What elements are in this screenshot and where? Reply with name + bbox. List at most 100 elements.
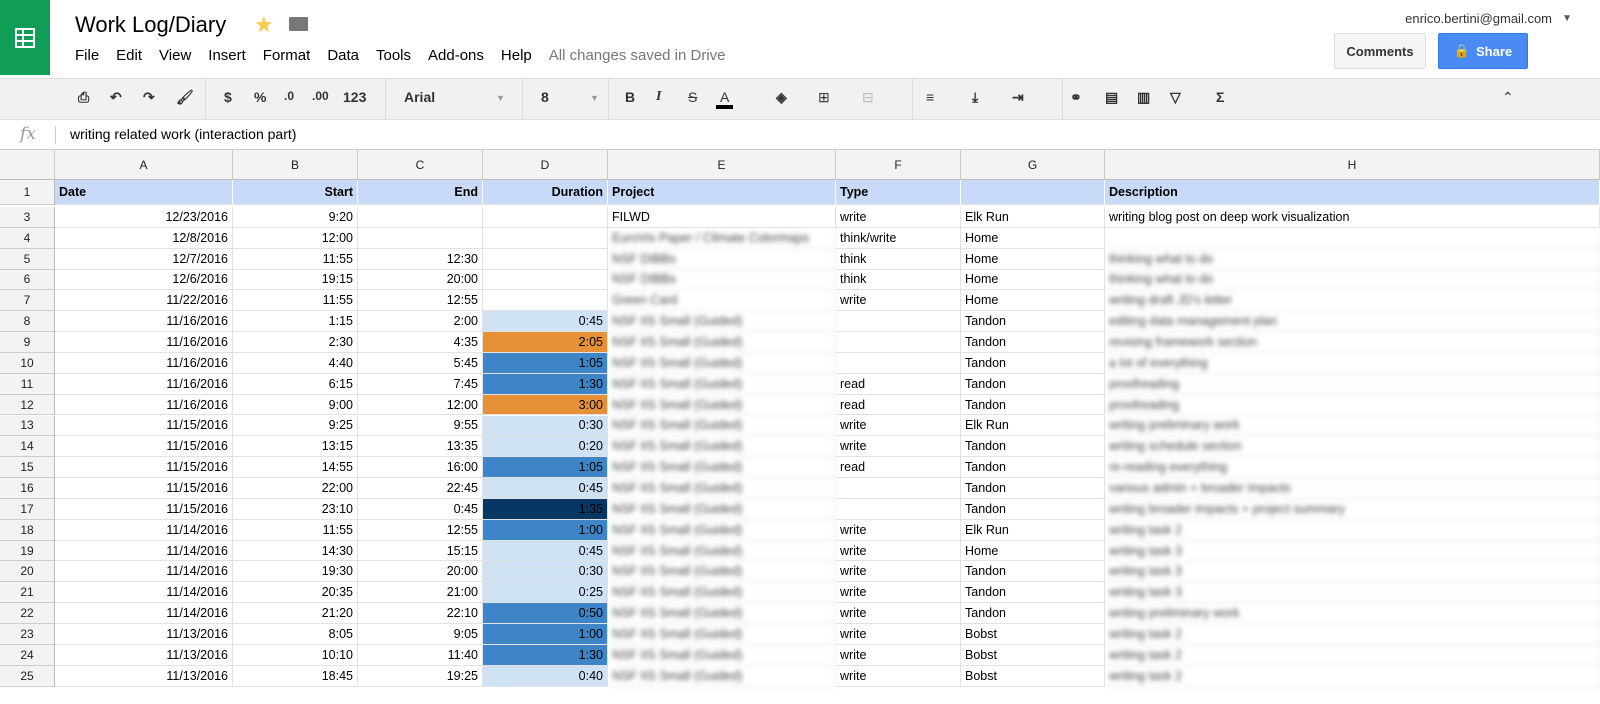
table-cell[interactable]: 12:00 [358, 395, 483, 416]
header-cell[interactable]: End [358, 180, 483, 205]
account-dropdown-icon[interactable]: ▼ [1562, 13, 1572, 24]
row-header[interactable]: 18 [0, 520, 55, 541]
table-cell[interactable]: 1:30 [483, 374, 608, 395]
select-all-corner[interactable] [0, 150, 55, 180]
table-cell[interactable]: 11/13/2016 [55, 666, 233, 687]
table-cell[interactable]: 7:45 [358, 374, 483, 395]
table-cell[interactable]: 11:55 [233, 249, 358, 270]
table-cell[interactable]: 22:45 [358, 478, 483, 499]
percent-button[interactable]: % [254, 89, 266, 105]
column-header-g[interactable]: G [961, 150, 1105, 180]
table-cell[interactable]: 5:45 [358, 353, 483, 374]
table-cell[interactable]: 2:05 [483, 332, 608, 353]
italic-button[interactable]: I [656, 89, 661, 105]
table-cell[interactable]: NSF IIS Small (Guided) [608, 645, 836, 666]
table-cell[interactable]: 11/13/2016 [55, 645, 233, 666]
table-cell[interactable]: NSF IIS Small (Guided) [608, 353, 836, 374]
table-cell[interactable]: Home [961, 270, 1105, 291]
table-cell[interactable] [358, 207, 483, 228]
table-cell[interactable]: Home [961, 249, 1105, 270]
table-cell[interactable]: 0:25 [483, 582, 608, 603]
table-cell[interactable]: 9:25 [233, 416, 358, 437]
table-cell[interactable]: 19:15 [233, 270, 358, 291]
row-header[interactable]: 8 [0, 311, 55, 332]
size-dropdown-icon[interactable]: ▼ [590, 93, 599, 103]
table-cell[interactable]: 20:00 [358, 270, 483, 291]
table-cell[interactable]: a lot of everything [1105, 353, 1600, 374]
table-cell[interactable]: 11/15/2016 [55, 457, 233, 478]
table-cell[interactable]: writing task 3 [1105, 541, 1600, 562]
table-cell[interactable]: 9:20 [233, 207, 358, 228]
table-cell[interactable]: EuroVis Paper / Climate Colormaps [608, 228, 836, 249]
menu-format[interactable]: Format [263, 47, 311, 64]
borders-icon[interactable]: ⊞ [818, 89, 830, 106]
collapse-toolbar-icon[interactable]: ⌃ [1502, 89, 1514, 106]
row-header[interactable]: 19 [0, 541, 55, 562]
table-cell[interactable]: Tandon [961, 457, 1105, 478]
row-header[interactable]: 16 [0, 478, 55, 499]
table-cell[interactable]: Bobst [961, 645, 1105, 666]
table-cell[interactable]: write [836, 436, 961, 457]
table-cell[interactable]: 9:55 [358, 416, 483, 437]
table-cell[interactable]: 0:45 [483, 311, 608, 332]
row-header[interactable]: 22 [0, 603, 55, 624]
row-header[interactable]: 5 [0, 249, 55, 270]
column-header-e[interactable]: E [608, 150, 836, 180]
table-cell[interactable]: 13:35 [358, 436, 483, 457]
print-icon[interactable]: ⎙ [78, 89, 89, 106]
table-cell[interactable]: 0:45 [483, 541, 608, 562]
table-cell[interactable]: 22:00 [233, 478, 358, 499]
font-size-select[interactable]: 8 [541, 89, 549, 105]
table-cell[interactable]: NSF IIS Small (Guided) [608, 666, 836, 687]
table-cell[interactable]: 11/15/2016 [55, 416, 233, 437]
table-cell[interactable]: 11:55 [233, 290, 358, 311]
table-cell[interactable]: NSF IIS Small (Guided) [608, 374, 836, 395]
table-cell[interactable] [836, 332, 961, 353]
account-email[interactable]: enrico.bertini@gmail.com [1405, 11, 1552, 26]
table-cell[interactable]: 2:00 [358, 311, 483, 332]
table-cell[interactable]: NSF IIS Small (Guided) [608, 624, 836, 645]
header-cell[interactable]: Project [608, 180, 836, 205]
column-header-b[interactable]: B [233, 150, 358, 180]
row-header[interactable]: 12 [0, 395, 55, 416]
table-cell[interactable]: NSF DIBBs [608, 270, 836, 291]
share-button[interactable]: 🔒Share [1438, 33, 1528, 69]
column-header-h[interactable]: H [1105, 150, 1600, 180]
functions-button[interactable]: Σ [1216, 89, 1224, 105]
link-icon[interactable]: ⚭ [1070, 89, 1082, 106]
table-cell[interactable]: writing schedule section [1105, 436, 1600, 457]
table-cell[interactable]: write [836, 666, 961, 687]
row-header[interactable]: 10 [0, 353, 55, 374]
table-cell[interactable]: 4:35 [358, 332, 483, 353]
table-cell[interactable]: NSF IIS Small (Guided) [608, 478, 836, 499]
table-cell[interactable]: write [836, 541, 961, 562]
table-cell[interactable] [483, 207, 608, 228]
table-cell[interactable]: 0:45 [358, 499, 483, 520]
table-cell[interactable]: 12/8/2016 [55, 228, 233, 249]
more-formats-button[interactable]: 123 [343, 89, 366, 105]
table-cell[interactable]: think [836, 270, 961, 291]
table-cell[interactable]: Tandon [961, 561, 1105, 582]
table-cell[interactable] [483, 249, 608, 270]
table-cell[interactable]: 15:15 [358, 541, 483, 562]
table-cell[interactable]: editing data management plan [1105, 311, 1600, 332]
table-cell[interactable]: think/write [836, 228, 961, 249]
table-cell[interactable]: read [836, 395, 961, 416]
table-cell[interactable]: 11/15/2016 [55, 436, 233, 457]
menu-view[interactable]: View [159, 47, 191, 64]
table-cell[interactable]: Tandon [961, 478, 1105, 499]
table-cell[interactable]: NSF IIS Small (Guided) [608, 582, 836, 603]
table-cell[interactable]: 12:30 [358, 249, 483, 270]
column-header-f[interactable]: F [836, 150, 961, 180]
table-cell[interactable]: Tandon [961, 436, 1105, 457]
table-cell[interactable]: write [836, 520, 961, 541]
table-cell[interactable]: Elk Run [961, 416, 1105, 437]
vertical-align-icon[interactable]: ⤓ [972, 89, 978, 106]
font-select[interactable]: Arial [404, 89, 435, 105]
table-cell[interactable]: NSF IIS Small (Guided) [608, 457, 836, 478]
table-cell[interactable]: 11/16/2016 [55, 395, 233, 416]
table-cell[interactable]: writing task 2 [1105, 624, 1600, 645]
row-header[interactable]: 14 [0, 436, 55, 457]
row-header[interactable]: 17 [0, 499, 55, 520]
table-cell[interactable]: 11/15/2016 [55, 478, 233, 499]
